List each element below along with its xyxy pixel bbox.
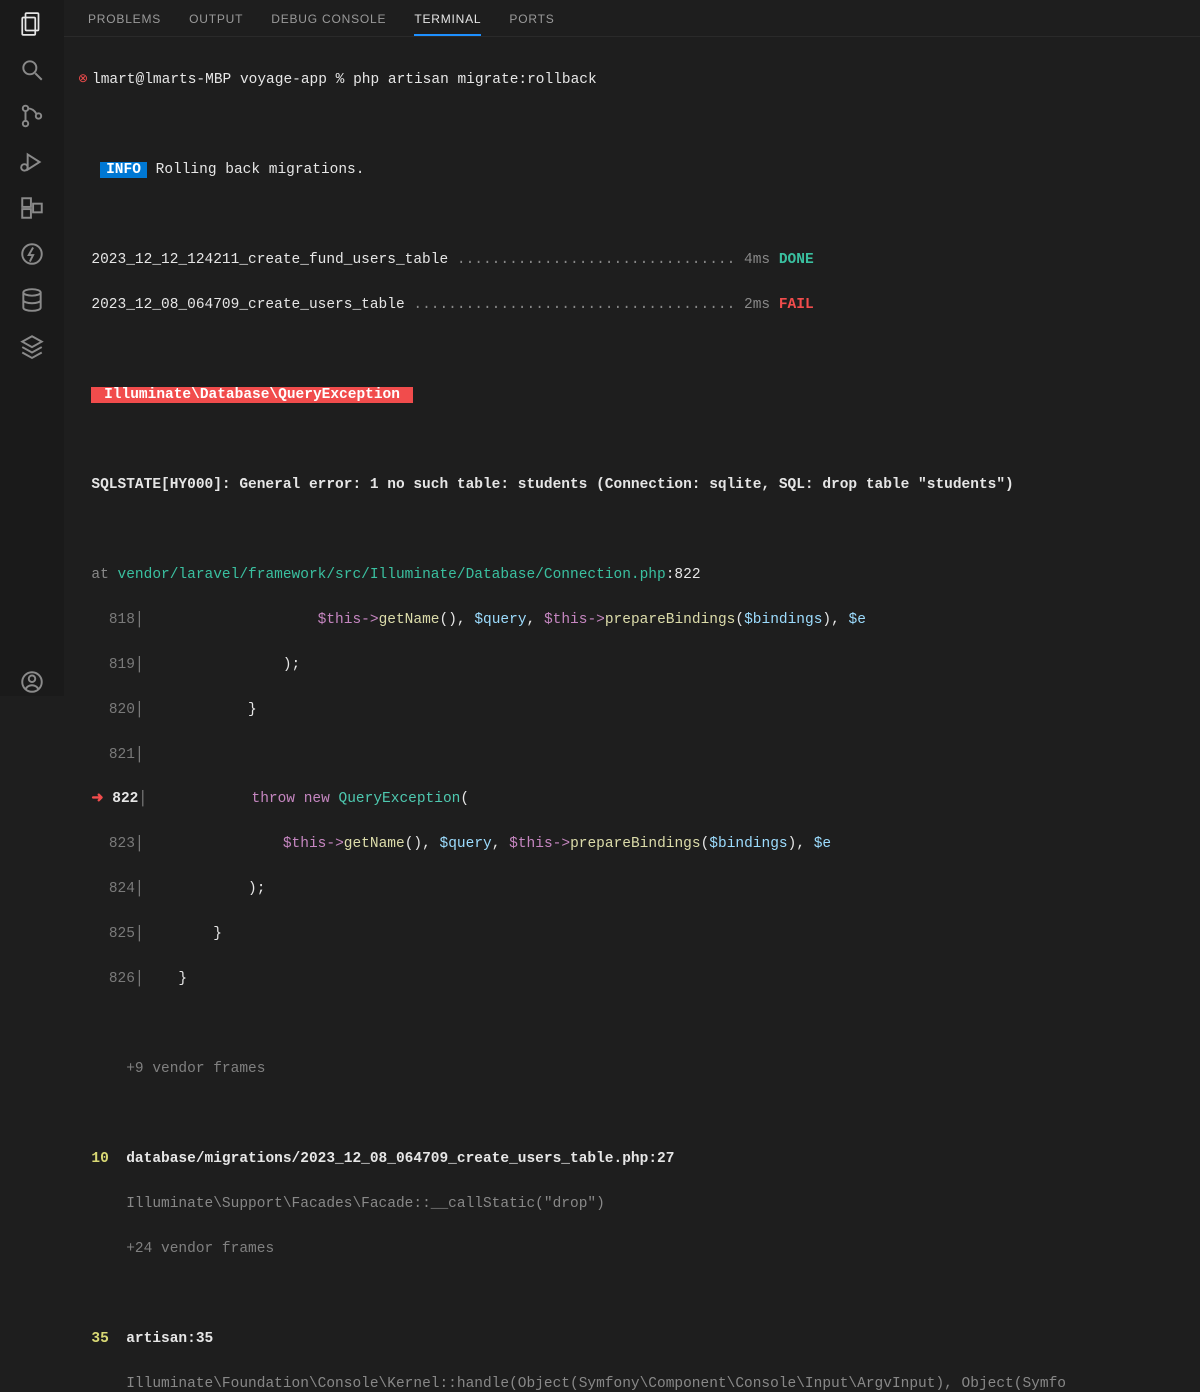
code-lineno: 824 bbox=[109, 881, 135, 897]
trace-file: vendor/laravel/framework/src/Illuminate/… bbox=[118, 567, 666, 583]
extensions-icon[interactable] bbox=[18, 194, 46, 222]
prompt-command: php artisan migrate:rollback bbox=[353, 72, 597, 88]
code-lineno: 826 bbox=[109, 971, 135, 987]
vendor-frames: +9 vendor frames bbox=[126, 1061, 265, 1077]
trace-line: :822 bbox=[666, 567, 701, 583]
status-fail: FAIL bbox=[779, 297, 814, 313]
panel-tabs: PROBLEMS OUTPUT DEBUG CONSOLE TERMINAL P… bbox=[64, 0, 1200, 37]
code-lineno-current: 822 bbox=[112, 791, 138, 807]
error-message: SQLSTATE[HY000]: General error: 1 no suc… bbox=[91, 477, 1013, 493]
stack-frame-file: database/migrations/2023_12_08_064709_cr… bbox=[126, 1151, 648, 1167]
tab-terminal[interactable]: TERMINAL bbox=[414, 0, 481, 36]
info-message: Rolling back migrations. bbox=[156, 162, 365, 178]
terminal-output[interactable]: ⊗lmart@lmarts-MBP voyage-app % php artis… bbox=[64, 37, 1200, 1392]
tab-problems[interactable]: PROBLEMS bbox=[88, 0, 161, 36]
trace-at: at bbox=[91, 567, 117, 583]
code-lineno: 821 bbox=[109, 747, 135, 763]
stack-frame-call: Illuminate\Support\Facades\Facade::__cal… bbox=[126, 1196, 605, 1212]
prompt-user-host: lmart@lmarts-MBP bbox=[92, 72, 231, 88]
layers-icon[interactable] bbox=[18, 332, 46, 360]
exception-badge: Illuminate\Database\QueryException bbox=[91, 387, 412, 403]
status-done: DONE bbox=[779, 252, 814, 268]
migration-row: 2023_12_08_064709_create_users_table ...… bbox=[74, 294, 1186, 316]
source-control-icon[interactable] bbox=[18, 102, 46, 130]
code-lineno: 825 bbox=[109, 926, 135, 942]
search-icon[interactable] bbox=[18, 56, 46, 84]
stack-frame-number: 10 bbox=[91, 1151, 108, 1167]
account-icon[interactable] bbox=[18, 668, 46, 696]
migration-row: 2023_12_12_124211_create_fund_users_tabl… bbox=[74, 249, 1186, 271]
prompt-symbol: % bbox=[336, 72, 345, 88]
tab-output[interactable]: OUTPUT bbox=[189, 0, 243, 36]
prompt-dir: voyage-app bbox=[240, 72, 327, 88]
stack-frame-file: artisan bbox=[126, 1331, 187, 1347]
explorer-icon[interactable] bbox=[18, 10, 46, 38]
tab-ports[interactable]: PORTS bbox=[509, 0, 554, 36]
code-lineno: 823 bbox=[109, 836, 135, 852]
tab-debug-console[interactable]: DEBUG CONSOLE bbox=[271, 0, 386, 36]
debug-icon[interactable] bbox=[18, 148, 46, 176]
error-gutter-icon: ⊗ bbox=[74, 70, 92, 89]
database-icon[interactable] bbox=[18, 286, 46, 314]
stack-frame-call: Illuminate\Foundation\Console\Kernel::ha… bbox=[126, 1376, 1066, 1392]
code-lineno: 819 bbox=[109, 657, 135, 673]
arrow-current-line-icon: ➜ bbox=[91, 791, 103, 807]
info-badge: INFO bbox=[100, 162, 147, 178]
vendor-frames: +24 vendor frames bbox=[126, 1241, 274, 1257]
thunder-icon[interactable] bbox=[18, 240, 46, 268]
code-lineno: 818 bbox=[109, 612, 135, 628]
activity-bar bbox=[0, 0, 64, 696]
code-lineno: 820 bbox=[109, 702, 135, 718]
panel-area: PROBLEMS OUTPUT DEBUG CONSOLE TERMINAL P… bbox=[64, 0, 1200, 696]
stack-frame-number: 35 bbox=[91, 1331, 108, 1347]
